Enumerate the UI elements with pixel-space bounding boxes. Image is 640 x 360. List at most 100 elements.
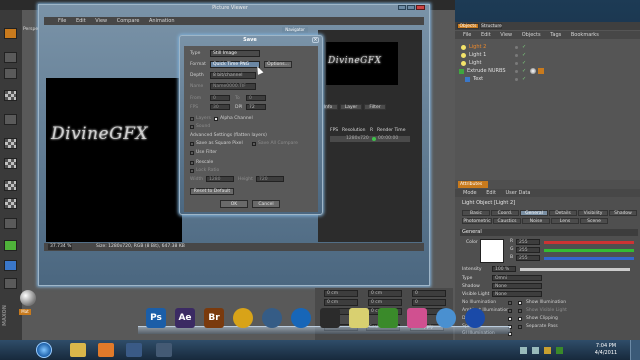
network-icon[interactable] [520, 347, 527, 354]
options-button[interactable]: Options... [264, 61, 292, 68]
obj-menu-file[interactable]: File [463, 32, 471, 38]
lock-ratio-checkbox[interactable] [190, 169, 194, 173]
menu-file[interactable]: File [58, 18, 66, 24]
steam-icon[interactable] [320, 308, 340, 328]
workplane-tool-icon[interactable] [4, 158, 17, 169]
save-compare-checkbox[interactable] [252, 142, 256, 146]
no-illumination-checkbox[interactable] [508, 301, 512, 305]
chrome-icon[interactable] [233, 308, 253, 328]
intensity-field[interactable]: 100 % [492, 266, 516, 272]
diffuse-checkbox[interactable] [508, 317, 512, 321]
tab-noise[interactable]: Noise [522, 218, 550, 224]
tab-details[interactable]: Details [549, 210, 577, 216]
taskbar-window-icon[interactable] [156, 343, 172, 357]
intensity-slider[interactable] [520, 268, 630, 271]
globe-icon[interactable] [465, 308, 485, 328]
to-field[interactable]: 0 [246, 95, 266, 101]
dpi-field[interactable]: 72 [246, 104, 266, 110]
list-item[interactable]: Light 2 ✓ [455, 44, 640, 51]
navigator-tab[interactable]: Navigator [282, 27, 308, 33]
obj-menu-bookmarks[interactable]: Bookmarks [571, 32, 599, 38]
checker-tool-icon[interactable] [4, 90, 17, 101]
menu-view[interactable]: View [95, 18, 107, 24]
tab-general[interactable]: General [520, 210, 548, 216]
polygons-tool-icon[interactable] [4, 218, 17, 229]
attr-menu-user-data[interactable]: User Data [506, 190, 531, 196]
edges-tool-icon[interactable] [4, 198, 17, 209]
attributes-tab[interactable]: Attributes [458, 181, 488, 188]
light-type-select[interactable]: Omni [492, 275, 542, 281]
menu-edit[interactable]: Edit [76, 18, 86, 24]
use-filter-checkbox[interactable] [190, 151, 194, 155]
position-field[interactable]: 0 cm [324, 290, 358, 297]
depth-select[interactable]: 8 bit/channel [210, 72, 256, 79]
square-pixel-checkbox[interactable] [190, 142, 194, 146]
volume-icon[interactable] [532, 347, 539, 354]
reset-to-default-button[interactable]: Reset to Default [190, 188, 234, 195]
magnet-tool-icon[interactable] [4, 240, 17, 251]
after-effects-icon[interactable]: Ae [175, 308, 195, 328]
move-tool-icon[interactable] [4, 52, 17, 63]
minimize-button[interactable] [398, 5, 406, 10]
tab-lens[interactable]: Lens [551, 218, 579, 224]
tab-structure[interactable]: Structure [480, 23, 502, 29]
tab-coord[interactable]: Coord. [491, 210, 519, 216]
security-icon[interactable] [556, 347, 563, 354]
tab-scene[interactable]: Scene [580, 218, 608, 224]
attr-menu-edit[interactable]: Edit [486, 190, 496, 196]
alpha-channel-checkbox[interactable] [214, 117, 218, 121]
position-field[interactable]: 0 cm [324, 299, 358, 306]
name-field[interactable]: Name0000.TIF [210, 83, 256, 90]
layers-checkbox[interactable] [190, 117, 194, 121]
fps-field[interactable]: 30 [210, 104, 230, 110]
list-item[interactable]: Text ✓ [455, 76, 640, 83]
save-dialog-close-button[interactable]: × [312, 37, 319, 43]
clock[interactable]: 7:04 PM 4/4/2011 [586, 343, 626, 359]
separate-pass-checkbox[interactable] [518, 325, 522, 329]
size-field[interactable]: 0 cm [368, 299, 402, 306]
notes-icon[interactable] [349, 308, 369, 328]
photoshop-icon[interactable]: Ps [146, 308, 166, 328]
list-item[interactable]: Light 1 ✓ [455, 52, 640, 59]
cancel-button[interactable]: Cancel [252, 200, 280, 208]
magnifier-icon[interactable] [436, 308, 456, 328]
obj-menu-edit[interactable]: Edit [481, 32, 491, 38]
teamviewer-icon[interactable] [291, 308, 311, 328]
height-field[interactable]: 720 [256, 176, 284, 182]
material-ball[interactable] [20, 290, 36, 306]
texture-tool-icon[interactable] [4, 138, 17, 149]
rotation-field[interactable]: 0 [412, 290, 446, 297]
undo-tool-icon[interactable] [4, 28, 17, 39]
obj-menu-objects[interactable]: Objects [522, 32, 541, 38]
channel-slider[interactable] [544, 241, 634, 244]
close-button[interactable] [416, 5, 425, 10]
list-item[interactable]: Extrude NURBS ✓ [455, 68, 640, 75]
rescale-checkbox[interactable] [190, 161, 194, 165]
start-button[interactable] [36, 342, 52, 358]
format-select[interactable]: Quick Time PNG [210, 61, 260, 68]
bridge-icon[interactable]: Br [204, 308, 224, 328]
obj-menu-view[interactable]: View [500, 32, 512, 38]
tab-basic[interactable]: Basic [462, 210, 490, 216]
menu-compare[interactable]: Compare [117, 18, 140, 24]
obj-menu-tags[interactable]: Tags [550, 32, 561, 38]
channel-slider[interactable] [544, 257, 634, 260]
ambient-checkbox[interactable] [508, 309, 512, 313]
show-desktop-button[interactable] [630, 340, 640, 360]
channel-value[interactable]: 255 [516, 247, 540, 253]
rotation-field[interactable]: 0 [412, 299, 446, 306]
axis-tool-icon[interactable] [4, 180, 17, 191]
render-canvas[interactable]: DivineGFX [46, 78, 182, 242]
type-select[interactable]: Still Image [210, 50, 260, 57]
points-tool-icon[interactable] [4, 114, 17, 125]
tab-photometric[interactable]: Photometric [462, 218, 492, 224]
scale-tool-icon[interactable] [4, 68, 17, 79]
taskbar-cinema4d-icon[interactable] [126, 343, 142, 357]
show-illumination-checkbox[interactable] [518, 301, 522, 305]
visible-light-select[interactable]: None [492, 291, 542, 297]
tab-filter[interactable]: Filter [364, 104, 386, 110]
tab-caustics[interactable]: Caustics [493, 218, 521, 224]
list-item[interactable]: Light ✓ [455, 60, 640, 67]
taskbar-media-icon[interactable] [98, 343, 114, 357]
sound-checkbox[interactable] [190, 125, 194, 129]
